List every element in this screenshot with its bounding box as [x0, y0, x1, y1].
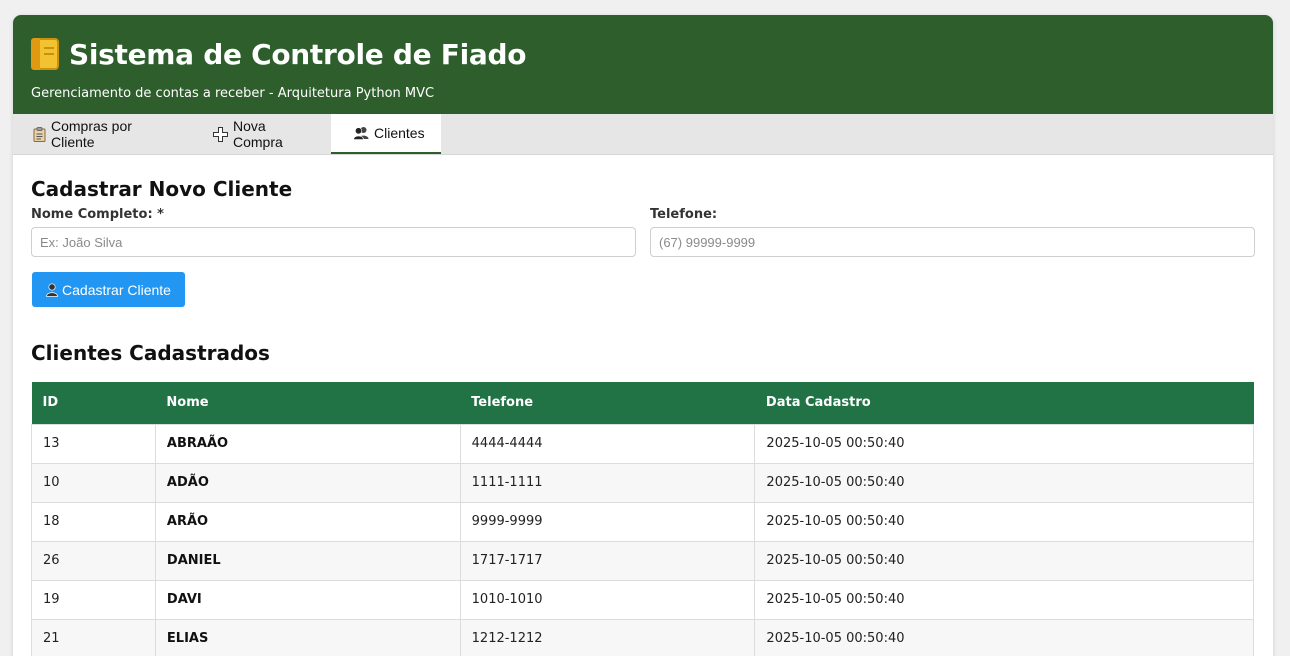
main-content: Cadastrar Novo Cliente Nome Completo: * …: [13, 177, 1273, 656]
clients-table: ID Nome Telefone Data Cadastro 13 ABRAÃO…: [31, 382, 1254, 656]
cell-telefone: 1010-1010: [459, 579, 756, 620]
cell-data: 2025-10-05 00:50:40: [754, 423, 1254, 464]
telefone-input[interactable]: [650, 227, 1255, 257]
cell-id: 19: [31, 579, 156, 620]
nome-field: Nome Completo: *: [31, 207, 636, 257]
column-header-nome[interactable]: Nome: [155, 382, 461, 424]
cell-nome: ADÃO: [154, 462, 461, 503]
table-row[interactable]: 18 ARÃO 9999-9999 2025-10-05 00:50:40: [31, 501, 1254, 542]
tab-nova-label: Nova Compra: [233, 118, 283, 150]
cell-nome: ABRAÃO: [154, 423, 461, 464]
tab-bar: Compras por Cliente Nova Compra Clientes: [13, 114, 1273, 155]
user-icon: [46, 282, 58, 297]
cell-id: 18: [31, 501, 156, 542]
tab-clientes-label: Clientes: [374, 125, 425, 141]
cell-nome: DANIEL: [154, 540, 461, 581]
cell-data: 2025-10-05 00:50:40: [754, 462, 1254, 503]
table-row[interactable]: 26 DANIEL 1717-1717 2025-10-05 00:50:40: [31, 540, 1254, 581]
form-title: Cadastrar Novo Cliente: [31, 177, 293, 201]
column-header-data-cadastro[interactable]: Data Cadastro: [754, 382, 1254, 424]
cell-nome: DAVI: [154, 579, 461, 620]
cell-data: 2025-10-05 00:50:40: [754, 618, 1254, 656]
cell-id: 10: [31, 462, 156, 503]
nome-label: Nome Completo: *: [31, 207, 164, 222]
cell-id: 26: [31, 540, 156, 581]
users-icon: [353, 126, 369, 140]
tab-compras-label: Compras por Cliente: [51, 118, 132, 150]
column-header-id[interactable]: ID: [31, 382, 156, 424]
cell-id: 13: [31, 423, 156, 464]
app-container: Sistema de Controle de Fiado Gerenciamen…: [13, 15, 1273, 656]
cell-id: 21: [31, 618, 156, 656]
table-header-row: ID Nome Telefone Data Cadastro: [31, 382, 1254, 424]
cell-telefone: 9999-9999: [459, 501, 756, 542]
cell-telefone: 1717-1717: [459, 540, 756, 581]
cell-telefone: 4444-4444: [459, 423, 756, 464]
notebook-icon: [31, 38, 59, 70]
tab-compras-por-cliente[interactable]: Compras por Cliente: [13, 114, 193, 154]
telefone-field: Telefone:: [650, 207, 1255, 257]
table-row[interactable]: 13 ABRAÃO 4444-4444 2025-10-05 00:50:40: [31, 423, 1254, 464]
clipboard-icon: [33, 126, 46, 142]
cell-nome: ELIAS: [154, 618, 461, 656]
cell-telefone: 1111-1111: [459, 462, 756, 503]
client-form: Nome Completo: * Telefone:: [31, 207, 1255, 257]
cell-data: 2025-10-05 00:50:40: [754, 501, 1254, 542]
cell-data: 2025-10-05 00:50:40: [754, 579, 1254, 620]
table-row[interactable]: 21 ELIAS 1212-1212 2025-10-05 00:50:40: [31, 618, 1254, 656]
table-row[interactable]: 10 ADÃO 1111-1111 2025-10-05 00:50:40: [31, 462, 1254, 503]
cadastrar-cliente-button[interactable]: Cadastrar Cliente: [32, 272, 185, 307]
app-subtitle: Gerenciamento de contas a receber - Arqu…: [31, 86, 435, 101]
app-title: Sistema de Controle de Fiado: [69, 37, 527, 71]
tab-nova-compra[interactable]: Nova Compra: [193, 114, 331, 154]
app-header: Sistema de Controle de Fiado Gerenciamen…: [13, 15, 1273, 114]
tab-clientes[interactable]: Clientes: [331, 114, 441, 154]
cell-telefone: 1212-1212: [459, 618, 756, 656]
nome-input[interactable]: [31, 227, 636, 257]
telefone-label: Telefone:: [650, 207, 718, 222]
title-row: Sistema de Controle de Fiado: [31, 35, 1255, 73]
plus-icon: [213, 126, 228, 142]
cadastrar-cliente-label: Cadastrar Cliente: [62, 281, 171, 298]
table-row[interactable]: 19 DAVI 1010-1010 2025-10-05 00:50:40: [31, 579, 1254, 620]
column-header-telefone[interactable]: Telefone: [460, 382, 755, 424]
cell-nome: ARÃO: [154, 501, 461, 542]
list-title: Clientes Cadastrados: [31, 341, 270, 365]
cell-data: 2025-10-05 00:50:40: [754, 540, 1254, 581]
